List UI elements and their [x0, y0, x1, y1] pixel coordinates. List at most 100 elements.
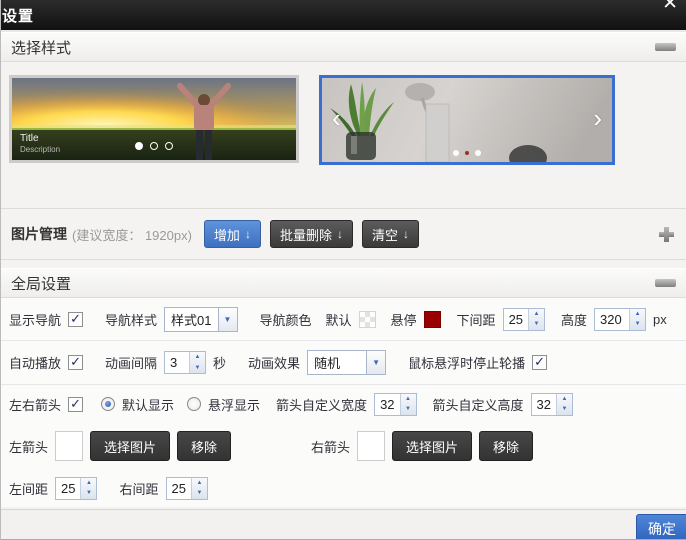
select-arrow-button[interactable]: ▼ — [218, 308, 237, 331]
spinner-down-icon[interactable]: ▼ — [557, 404, 572, 415]
spinner-buttons[interactable]: ▲ ▼ — [189, 352, 205, 373]
arrow-width-spinner[interactable]: 32 ▲ ▼ — [374, 393, 416, 416]
arrow-image-row: 左箭头 选择图片 移除 右箭头 选择图片 移除 — [1, 423, 686, 469]
effect-select[interactable]: 随机 ▼ — [307, 350, 386, 375]
dialog-titlebar: 设置 ✕ — [1, 0, 686, 30]
global-settings-header: 全局设置 — [1, 268, 686, 298]
collapse-icon[interactable] — [655, 43, 676, 51]
radio-default-display[interactable] — [101, 397, 115, 411]
spinner-down-icon[interactable]: ▼ — [190, 363, 205, 374]
nav-style-select[interactable]: 样式01 ▼ — [164, 307, 237, 332]
right-arrow-select-image-button[interactable]: 选择图片 — [392, 431, 472, 461]
chevron-down-icon: ▼ — [372, 358, 380, 367]
add-image-button[interactable]: 增加 ↓ — [204, 220, 261, 248]
show-nav-checkbox[interactable]: ✓ — [68, 312, 83, 327]
right-arrow-label: 右箭头 — [311, 437, 350, 456]
settings-dialog: 设置 ✕ 选择样式 — [0, 0, 686, 540]
default-color-swatch[interactable] — [359, 311, 376, 328]
spinner-down-icon[interactable]: ▼ — [401, 404, 416, 415]
margins-row: 左间距 25 ▲ ▼ 右间距 25 ▲ ▼ — [1, 469, 686, 507]
dropdown-arrow-icon: ↓ — [403, 227, 409, 241]
select-arrow-button[interactable]: ▼ — [366, 351, 385, 374]
spinner-up-icon[interactable]: ▲ — [192, 478, 207, 489]
spinner-down-icon[interactable]: ▼ — [192, 488, 207, 499]
hover-color-label: 悬停 — [391, 310, 417, 329]
radio-hover-display[interactable] — [187, 397, 201, 411]
pager-dot — [475, 150, 481, 156]
spinner-buttons[interactable]: ▲ ▼ — [629, 309, 645, 330]
hover-color-swatch[interactable] — [424, 311, 441, 328]
left-gap-spinner[interactable]: 25 ▲ ▼ — [55, 477, 97, 500]
height-unit-label: px — [653, 312, 667, 327]
carousel-prev-icon[interactable]: ‹ — [332, 105, 341, 131]
radio-default-label: 默认显示 — [122, 395, 174, 414]
height-spinner[interactable]: 320 ▲ ▼ — [594, 308, 646, 331]
right-arrow-remove-button[interactable]: 移除 — [479, 431, 533, 461]
arrow-height-spinner[interactable]: 32 ▲ ▼ — [531, 393, 573, 416]
spinner-up-icon[interactable]: ▲ — [630, 309, 645, 320]
nav-color-label: 导航颜色 — [260, 310, 312, 329]
left-arrow-image-box[interactable] — [55, 431, 83, 461]
right-gap-label: 右间距 — [119, 479, 158, 498]
close-icon[interactable]: ✕ — [662, 0, 678, 13]
nav-style-label: 导航样式 — [105, 310, 157, 329]
spinner-up-icon[interactable]: ▲ — [557, 394, 572, 405]
custom-width-label: 箭头自定义宽度 — [276, 395, 367, 414]
spinner-up-icon[interactable]: ▲ — [81, 478, 96, 489]
pause-on-hover-label: 鼠标悬浮时停止轮播 — [408, 353, 525, 372]
clear-all-button[interactable]: 清空 ↓ — [362, 220, 419, 248]
pager-dot — [150, 142, 158, 150]
dropdown-arrow-icon: ↓ — [245, 227, 251, 241]
show-nav-label: 显示导航 — [9, 310, 61, 329]
preview1-pager-dots — [12, 142, 296, 150]
confirm-button[interactable]: 确定 — [636, 514, 686, 540]
radio-hover-label: 悬浮显示 — [208, 395, 260, 414]
expand-icon[interactable] — [659, 227, 674, 242]
spinner-buttons[interactable]: ▲ ▼ — [556, 394, 572, 415]
right-gap-spinner[interactable]: 25 ▲ ▼ — [166, 477, 208, 500]
arrow-settings-row: 左右箭头 ✓ 默认显示 悬浮显示 箭头自定义宽度 32 ▲ ▼ — [1, 385, 686, 423]
left-arrow-select-image-button[interactable]: 选择图片 — [90, 431, 170, 461]
interval-spinner[interactable]: 3 ▲ ▼ — [164, 351, 206, 374]
pause-on-hover-checkbox[interactable]: ✓ — [532, 355, 547, 370]
arrows-label: 左右箭头 — [9, 395, 61, 414]
right-arrow-image-box[interactable] — [357, 431, 385, 461]
spinner-buttons[interactable]: ▲ ▼ — [400, 394, 416, 415]
custom-height-label: 箭头自定义高度 — [433, 395, 524, 414]
animation-settings-row: 自动播放 ✓ 动画间隔 3 ▲ ▼ 秒 动画效果 随机 ▼ — [1, 341, 686, 385]
spinner-down-icon[interactable]: ▼ — [529, 319, 544, 330]
carousel-next-icon[interactable]: › — [593, 105, 602, 131]
image-management-hint: (建议宽度： 1920px) — [72, 225, 192, 244]
dialog-title: 设置 — [2, 5, 34, 26]
spinner-down-icon[interactable]: ▼ — [630, 319, 645, 330]
spinner-up-icon[interactable]: ▲ — [529, 309, 544, 320]
autoplay-checkbox[interactable]: ✓ — [68, 355, 83, 370]
batch-delete-button[interactable]: 批量删除 ↓ — [270, 220, 353, 248]
spinner-up-icon[interactable]: ▲ — [401, 394, 416, 405]
image-management-bar: 图片管理 (建议宽度： 1920px) 增加 ↓ 批量删除 ↓ 清空 ↓ — [1, 208, 686, 260]
bottom-gap-spinner[interactable]: 25 ▲ ▼ — [503, 308, 545, 331]
effect-label: 动画效果 — [248, 353, 300, 372]
style-preview-2-selected[interactable]: ‹ › — [319, 75, 615, 165]
style-section-header: 选择样式 — [1, 32, 686, 62]
interval-unit-label: 秒 — [213, 353, 226, 372]
chevron-down-icon: ▼ — [224, 315, 232, 324]
left-arrow-remove-button[interactable]: 移除 — [177, 431, 231, 461]
bottom-gap-label: 下间距 — [457, 310, 496, 329]
pager-dot-active — [464, 150, 470, 156]
spinner-buttons[interactable]: ▲ ▼ — [80, 478, 96, 499]
preview2-pager-dots — [322, 150, 612, 156]
style-preview-1[interactable]: Title Description — [9, 75, 299, 163]
spinner-buttons[interactable]: ▲ ▼ — [528, 309, 544, 330]
spinner-up-icon[interactable]: ▲ — [190, 352, 205, 363]
style-section-title: 选择样式 — [11, 37, 71, 58]
autoplay-label: 自动播放 — [9, 353, 61, 372]
spinner-buttons[interactable]: ▲ ▼ — [191, 478, 207, 499]
default-color-label: 默认 — [326, 310, 352, 329]
spinner-down-icon[interactable]: ▼ — [81, 488, 96, 499]
global-settings-body: 显示导航 ✓ 导航样式 样式01 ▼ 导航颜色 默认 悬停 — [1, 298, 686, 507]
collapse-icon[interactable] — [655, 279, 676, 287]
arrows-checkbox[interactable]: ✓ — [68, 397, 83, 412]
image-management-title: 图片管理 — [11, 224, 67, 244]
pager-dot — [453, 150, 459, 156]
